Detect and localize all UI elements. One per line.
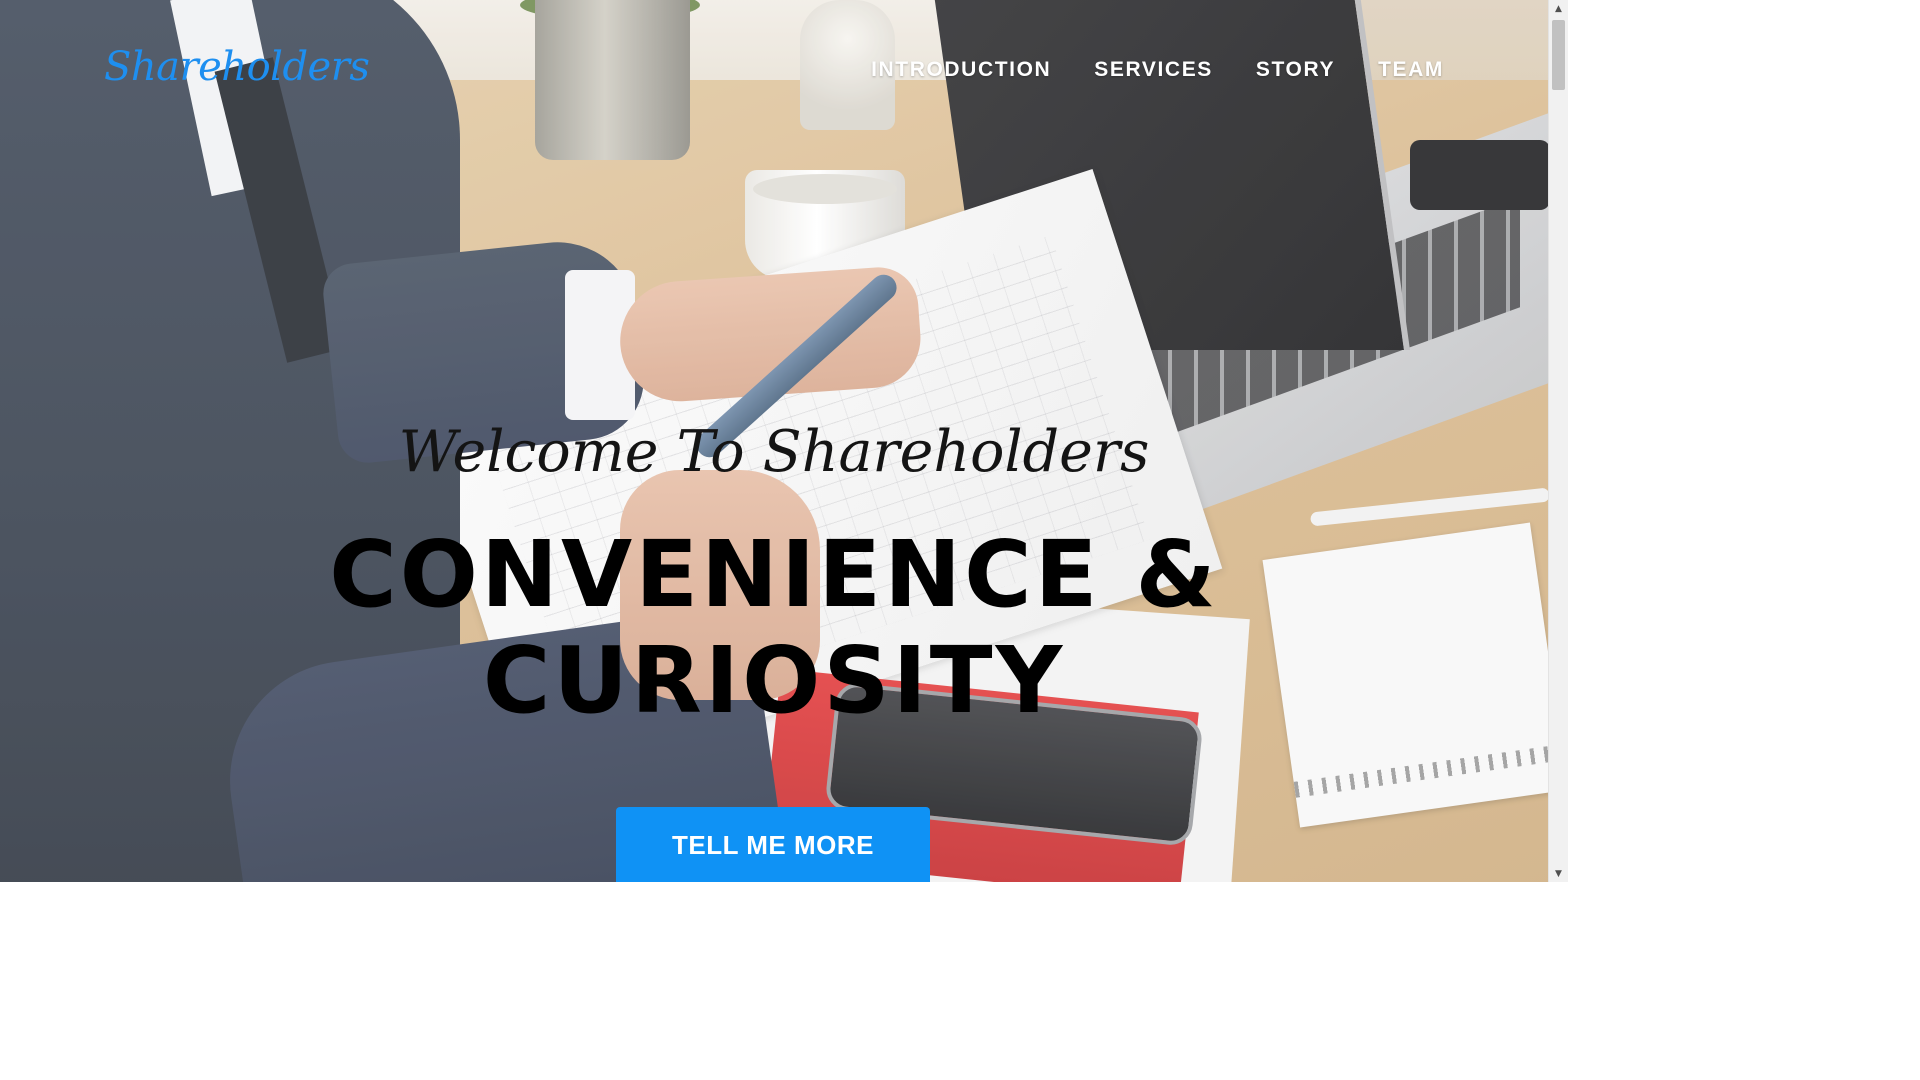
- vertical-scrollbar[interactable]: ▲ ▼: [1548, 0, 1568, 882]
- triangle-up-icon[interactable]: ▲: [1549, 0, 1568, 17]
- triangle-down-icon[interactable]: ▼: [1549, 865, 1568, 882]
- scrollbar-thumb[interactable]: [1552, 20, 1565, 90]
- hero-heading: CONVENIENCE & CURIOSITY: [0, 522, 1548, 734]
- hero-lead-in: Welcome To Shareholders: [398, 419, 1150, 485]
- hero-section: Welcome To Shareholders CONVENIENCE & CU…: [0, 0, 1548, 882]
- hero-heading-line-1: CONVENIENCE &: [329, 521, 1219, 628]
- page-viewport: Shareholders INTRODUCTION SERVICES STORY…: [0, 0, 1568, 882]
- hero-heading-line-2: CURIOSITY: [482, 627, 1066, 734]
- tell-me-more-button[interactable]: TELL ME MORE: [616, 807, 930, 882]
